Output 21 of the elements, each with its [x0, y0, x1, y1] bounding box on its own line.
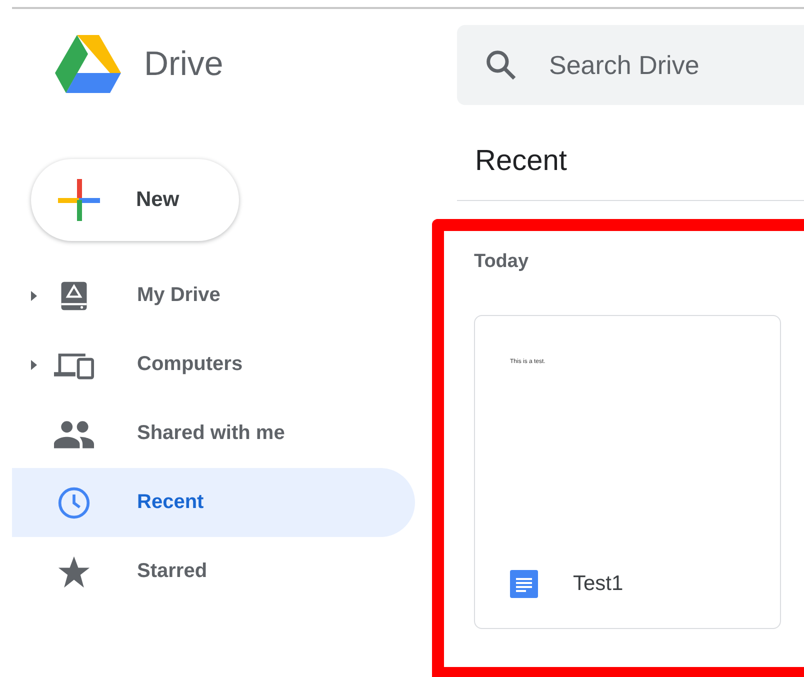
app-title: Drive: [144, 44, 224, 84]
caret-icon[interactable]: [31, 359, 37, 371]
sidebar-item[interactable]: Starred: [12, 537, 415, 606]
sidebar-item[interactable]: Shared with me: [12, 399, 415, 468]
sidebar-item[interactable]: Recent: [12, 468, 415, 537]
plus-icon: [58, 179, 100, 221]
caret-icon[interactable]: [31, 290, 37, 302]
file-name: Test1: [573, 572, 624, 596]
sidebar-item[interactable]: My Drive: [12, 261, 415, 330]
search-input[interactable]: Search Drive: [547, 48, 771, 82]
star-icon: [57, 554, 91, 588]
section-title: Today: [474, 251, 530, 273]
drive-logo-icon: [55, 35, 121, 93]
clock-icon: [57, 486, 91, 520]
sidebar-item[interactable]: Computers: [12, 330, 415, 399]
search-bar[interactable]: Search Drive: [457, 25, 804, 105]
page-title: Recent: [475, 145, 568, 178]
new-button[interactable]: New: [31, 159, 239, 241]
search-icon: [485, 49, 517, 81]
people-icon: [54, 418, 94, 448]
document-icon: [510, 570, 538, 598]
